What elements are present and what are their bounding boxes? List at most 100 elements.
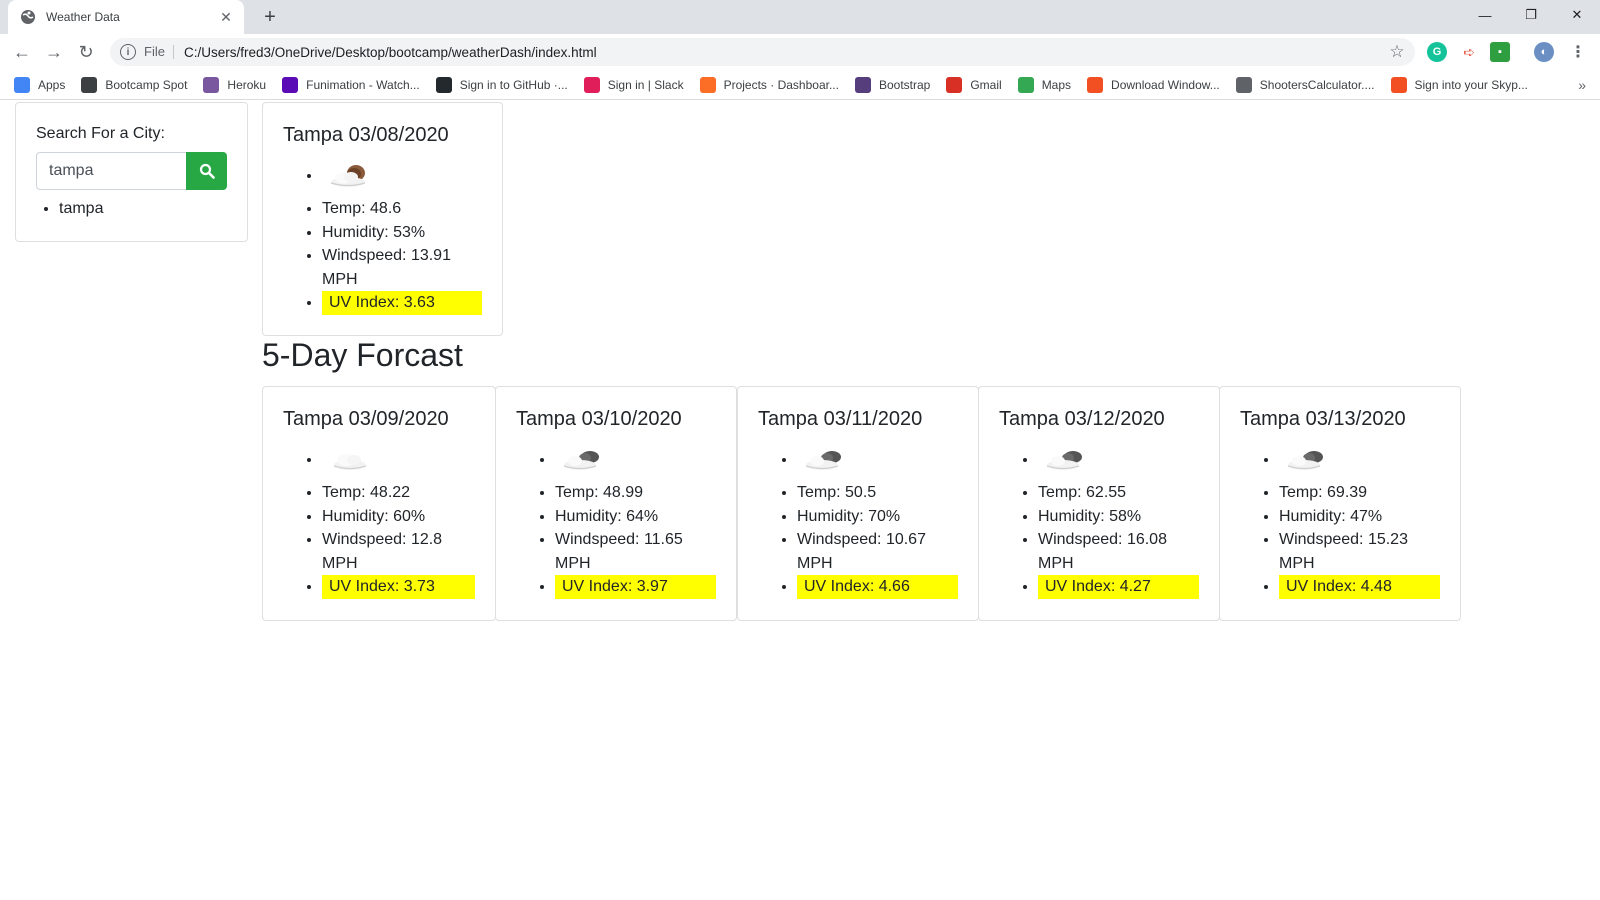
forecast-list: Temp: 48.99Humidity: 64%Windspeed: 11.65… xyxy=(555,439,716,599)
slack-icon xyxy=(583,76,600,93)
search-button[interactable] xyxy=(186,152,227,190)
broken-clouds-icon xyxy=(1046,450,1082,470)
uv-index-badge: UV Index: 4.27 xyxy=(1038,575,1199,599)
window-controls: — ❐ ✕ xyxy=(1462,0,1600,30)
bookmark-label: Apps xyxy=(38,77,66,92)
humidity-item: Humidity: 58% xyxy=(1038,505,1199,529)
windows-icon xyxy=(1087,76,1104,93)
forward-button[interactable]: → xyxy=(40,38,68,66)
close-window-button[interactable]: ✕ xyxy=(1554,0,1600,30)
uv-index-badge: UV Index: 4.66 xyxy=(797,575,958,599)
bookmark-item[interactable]: Apps xyxy=(14,76,66,93)
humidity-item: Humidity: 64% xyxy=(555,505,716,529)
bookmark-label: Maps xyxy=(1041,77,1072,92)
windspeed-item: Windspeed: 11.65 MPH xyxy=(555,528,716,575)
new-tab-button[interactable]: + xyxy=(258,5,282,29)
forecast-card: Tampa 03/09/2020 Temp: 48.22Humidity: 60%… xyxy=(262,386,496,621)
page-content: Search For a City: tampa Tampa 03/08/202… xyxy=(0,101,1600,900)
address-bar[interactable]: i File C:/Users/fred3/OneDrive/Desktop/b… xyxy=(110,38,1415,66)
weather-icon-item xyxy=(1279,439,1440,481)
search-label: Search For a City: xyxy=(36,125,165,142)
bookmark-item[interactable]: Maps xyxy=(1017,76,1072,93)
back-button[interactable]: ← xyxy=(8,38,36,66)
tab-title: Weather Data xyxy=(46,10,120,24)
forecast-title: 5-Day Forcast xyxy=(262,337,463,373)
windspeed-item: Windspeed: 16.08 MPH xyxy=(1038,528,1199,575)
forecast-card-title: Tampa 03/09/2020 xyxy=(283,408,449,430)
profile-avatar[interactable]: ◐ xyxy=(1534,42,1554,62)
bookmark-item[interactable]: Sign into your Skyp... xyxy=(1390,76,1528,93)
humidity-item: Humidity: 60% xyxy=(322,505,475,529)
forecast-list: Temp: 69.39Humidity: 47%Windspeed: 15.23… xyxy=(1279,439,1440,599)
bookmark-item[interactable]: Heroku xyxy=(203,76,266,93)
city-search-input[interactable] xyxy=(36,152,186,190)
forecast-card: Tampa 03/11/2020 Temp: 50.5Humidity: 70%W… xyxy=(737,386,979,621)
bookmark-item[interactable]: Funimation - Watch... xyxy=(282,76,420,93)
forecast-list: Temp: 50.5Humidity: 70%Windspeed: 10.67 … xyxy=(797,439,958,599)
bookmark-item[interactable]: ShootersCalculator.... xyxy=(1235,76,1375,93)
bookmarks-bar: Apps Bootcamp Spot Heroku Funimation - Watc… xyxy=(0,70,1600,100)
extension-robot-icon[interactable]: ▪ xyxy=(1490,42,1510,62)
uv-index-badge: UV Index: 3.73 xyxy=(322,575,475,599)
bookmark-item[interactable]: Bootcamp Spot xyxy=(81,76,188,93)
current-weather-list: Temp: 48.6 Humidity: 53% Windspeed: 13.9… xyxy=(322,155,482,315)
bookmark-item[interactable]: Sign in to GitHub ·... xyxy=(435,76,568,93)
temp-item: Temp: 50.5 xyxy=(797,481,958,505)
grammarly-extension-icon[interactable]: G xyxy=(1427,42,1447,62)
gmail-icon xyxy=(946,76,963,93)
funimation-icon xyxy=(282,76,299,93)
uv-index-item: UV Index: 4.66 xyxy=(797,575,958,599)
temp-item: Temp: 69.39 xyxy=(1279,481,1440,505)
uv-index-item: UV Index: 3.73 xyxy=(322,575,475,599)
weather-icon-item xyxy=(322,439,475,481)
temp-item: Temp: 62.55 xyxy=(1038,481,1199,505)
more-bookmarks-icon[interactable]: » xyxy=(1578,77,1586,93)
search-icon xyxy=(199,163,215,179)
humidity-item: Humidity: 53% xyxy=(322,221,482,245)
bookmark-label: Bootcamp Spot xyxy=(105,77,188,92)
forecast-card-title: Tampa 03/13/2020 xyxy=(1240,408,1406,430)
weather-icon-item xyxy=(322,155,482,197)
bookmark-label: Bootstrap xyxy=(878,77,931,92)
bookmark-label: Sign in | Slack xyxy=(607,77,684,92)
bookmark-item[interactable]: Gmail xyxy=(946,76,1002,93)
uv-index-item: UV Index: 3.97 xyxy=(555,575,716,599)
search-card: Search For a City: tampa xyxy=(15,102,248,242)
bookmark-item[interactable]: Projects · Dashboar... xyxy=(699,76,839,93)
windspeed-item: Windspeed: 13.91 MPH xyxy=(322,244,482,291)
reload-button[interactable]: ↻ xyxy=(72,38,100,66)
browser-tab[interactable]: Weather Data ✕ xyxy=(8,0,244,34)
temp-item: Temp: 48.22 xyxy=(322,481,475,505)
bootcamp-spot-icon xyxy=(81,76,98,93)
uv-index-badge: UV Index: 4.48 xyxy=(1279,575,1440,599)
bookmark-item[interactable]: Bootstrap xyxy=(854,76,931,93)
weather-icon-item xyxy=(797,439,958,481)
close-tab-icon[interactable]: ✕ xyxy=(218,9,234,25)
broken-clouds-icon xyxy=(563,450,599,470)
forecast-list: Temp: 48.22Humidity: 60%Windspeed: 12.8 … xyxy=(322,439,475,599)
globe-icon xyxy=(20,9,36,25)
windspeed-item: Windspeed: 15.23 MPH xyxy=(1279,528,1440,575)
uv-index-item: UV Index: 4.27 xyxy=(1038,575,1199,599)
maps-pin-icon xyxy=(1017,76,1034,93)
bookmark-label: Sign into your Skyp... xyxy=(1414,77,1528,92)
bookmark-label: Projects · Dashboar... xyxy=(723,77,839,92)
info-icon[interactable]: i xyxy=(120,44,136,60)
url-text[interactable]: C:/Users/fred3/OneDrive/Desktop/bootcamp… xyxy=(184,45,1385,60)
humidity-item: Humidity: 47% xyxy=(1279,505,1440,529)
menu-icon[interactable]: ⋮ xyxy=(1568,42,1588,62)
partly-cloudy-night-icon xyxy=(330,164,366,187)
minimize-button[interactable]: — xyxy=(1462,0,1508,30)
bookmark-item[interactable]: Download Window... xyxy=(1087,76,1220,93)
uv-index-item: UV Index: 4.48 xyxy=(1279,575,1440,599)
search-row xyxy=(36,152,227,190)
restore-button[interactable]: ❐ xyxy=(1508,0,1554,30)
extension-arrow-icon[interactable]: ➪ xyxy=(1459,42,1479,62)
forecast-card: Tampa 03/13/2020 Temp: 69.39Humidity: 47%… xyxy=(1219,386,1461,621)
bookmark-star-icon[interactable]: ☆ xyxy=(1385,42,1409,62)
bookmark-label: Download Window... xyxy=(1111,77,1220,92)
weather-icon-item xyxy=(555,439,716,481)
windspeed-item: Windspeed: 12.8 MPH xyxy=(322,528,475,575)
bookmark-item[interactable]: Sign in | Slack xyxy=(583,76,684,93)
search-history-item[interactable]: tampa xyxy=(59,200,227,218)
